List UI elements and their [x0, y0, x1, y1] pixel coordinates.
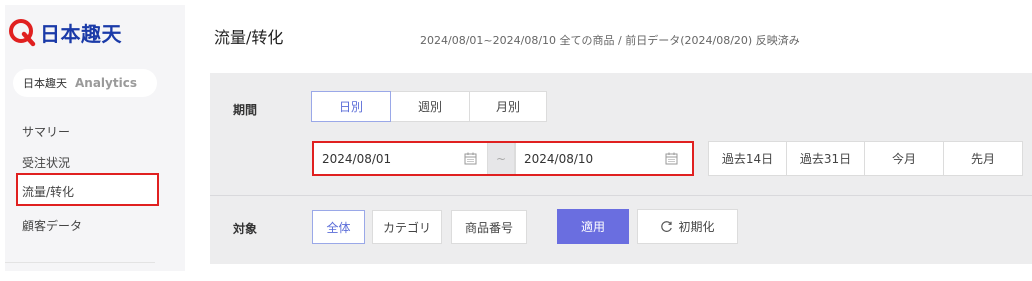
date-separator: ~	[487, 143, 515, 174]
date-from-value: 2024/08/01	[322, 151, 392, 166]
calendar-icon[interactable]	[665, 152, 678, 165]
brand-pill[interactable]: 日本趣天 Analytics	[13, 69, 157, 97]
calendar-icon[interactable]	[464, 152, 477, 165]
brand-pill-product: Analytics	[75, 76, 137, 90]
quick-range-this-month-button[interactable]: 今月	[864, 141, 944, 176]
target-all-button[interactable]: 全体	[312, 210, 365, 244]
brand-logo[interactable]: 日本趣天	[7, 17, 122, 47]
tab-weekly[interactable]: 週別	[390, 91, 470, 122]
quick-range-last-month-button[interactable]: 先月	[943, 141, 1023, 176]
sidebar-item-orders[interactable]: 受注状況	[22, 154, 70, 171]
apply-button[interactable]: 適用	[557, 209, 629, 244]
brand-pill-name: 日本趣天	[23, 77, 67, 90]
data-range-info: 2024/08/01~2024/08/10 全ての商品 / 前日データ(2024…	[420, 34, 800, 47]
reset-button[interactable]: 初期化	[637, 209, 738, 244]
date-range-picker: 2024/08/01 ~ 2024/08/10	[312, 141, 694, 176]
sidebar-item-summary[interactable]: サマリー	[22, 123, 70, 140]
period-label: 期間	[233, 103, 258, 117]
refresh-icon	[661, 221, 673, 232]
panel-divider	[210, 195, 1032, 196]
date-to-value: 2024/08/10	[524, 151, 594, 166]
reset-label: 初期化	[678, 220, 715, 234]
date-to-field[interactable]: 2024/08/10	[515, 143, 688, 174]
quick-range-31days-button[interactable]: 過去31日	[786, 141, 865, 176]
quick-range-14days-button[interactable]: 過去14日	[708, 141, 787, 176]
tab-daily[interactable]: 日別	[311, 91, 391, 122]
sidebar-divider	[5, 262, 155, 263]
tab-monthly[interactable]: 月別	[469, 91, 547, 122]
q-logo-icon	[9, 19, 36, 47]
sidebar-item-traffic[interactable]: 流量/转化	[22, 183, 74, 200]
date-from-field[interactable]: 2024/08/01	[314, 143, 487, 174]
target-product-number-button[interactable]: 商品番号	[451, 210, 527, 244]
target-category-button[interactable]: カテゴリ	[372, 210, 442, 244]
target-label: 対象	[233, 222, 258, 236]
logo-text: 日本趣天	[40, 21, 122, 46]
page-title: 流量/转化	[214, 28, 284, 47]
sidebar-item-customers[interactable]: 顧客データ	[22, 217, 82, 234]
